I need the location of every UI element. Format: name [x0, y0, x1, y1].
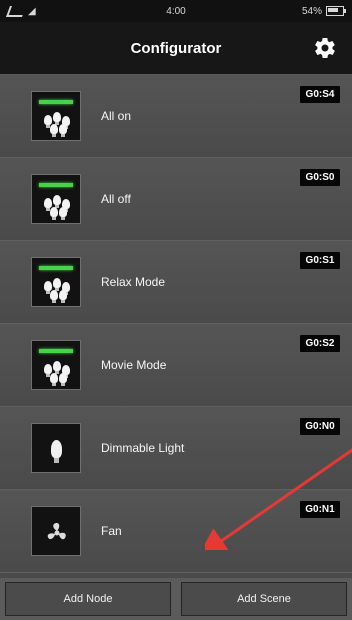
node-code-badge: G0:N0: [300, 418, 340, 435]
fan-icon: [31, 506, 81, 556]
scene-code-badge: G0:S2: [300, 335, 340, 352]
status-icons-left: ◢: [5, 5, 78, 17]
bottom-action-bar: Add Node Add Scene: [0, 578, 352, 620]
scene-code-badge: G0:S4: [300, 86, 340, 103]
scene-node-list: All on G0:S4 All off G0:S0 Relax Mode G0…: [0, 74, 352, 579]
settings-button[interactable]: [312, 35, 338, 61]
bulbs-icon: [44, 195, 72, 220]
scene-code-badge: G0:S0: [300, 169, 340, 186]
status-bar: ◢ 4:00 54%: [0, 0, 352, 22]
scene-label: Relax Mode: [101, 275, 166, 289]
add-node-button[interactable]: Add Node: [5, 582, 171, 616]
green-indicator: [39, 183, 73, 187]
scene-lights-icon: [31, 91, 81, 141]
scene-lights-icon: [31, 257, 81, 307]
green-indicator: [39, 100, 73, 104]
node-row-dimmable-light[interactable]: Dimmable Light G0:N0: [0, 407, 352, 490]
network-icon: ◢: [28, 5, 36, 17]
scene-row-all-on[interactable]: All on G0:S4: [0, 75, 352, 158]
scene-label: All off: [101, 192, 131, 206]
scene-code-badge: G0:S1: [300, 252, 340, 269]
scene-lights-icon: [31, 174, 81, 224]
node-label: Dimmable Light: [101, 441, 185, 455]
bulbs-icon: [44, 278, 72, 303]
node-label: Fan: [101, 524, 122, 538]
green-indicator: [39, 266, 73, 270]
green-indicator: [39, 349, 73, 353]
bulbs-icon: [44, 361, 72, 386]
add-scene-button[interactable]: Add Scene: [181, 582, 347, 616]
scene-row-movie-mode[interactable]: Movie Mode G0:S2: [0, 324, 352, 407]
signal-icon: [5, 5, 27, 17]
scene-label: Movie Mode: [101, 358, 167, 372]
scene-label: All on: [101, 109, 132, 123]
scene-row-relax-mode[interactable]: Relax Mode G0:S1: [0, 241, 352, 324]
battery-icon: [326, 6, 346, 16]
configurator-app: ◢ 4:00 54% Configurator All on G0:S4 All…: [0, 0, 352, 620]
scene-row-all-off[interactable]: All off G0:S0: [0, 158, 352, 241]
page-title: Configurator: [130, 39, 222, 57]
bulbs-icon: [44, 112, 72, 137]
gear-icon: [315, 38, 335, 58]
app-header: Configurator: [0, 22, 352, 74]
scene-lights-icon: [31, 340, 81, 390]
status-time: 4:00: [166, 5, 186, 17]
battery-percent: 54%: [301, 5, 322, 17]
node-row-fan[interactable]: Fan G0:N1: [0, 490, 352, 573]
bulb-icon: [31, 423, 81, 473]
fan-blades-icon: [47, 523, 66, 540]
dimmable-bulb-icon: [51, 440, 62, 463]
node-code-badge: G0:N1: [300, 501, 340, 518]
status-icons-right: 54%: [274, 5, 346, 17]
